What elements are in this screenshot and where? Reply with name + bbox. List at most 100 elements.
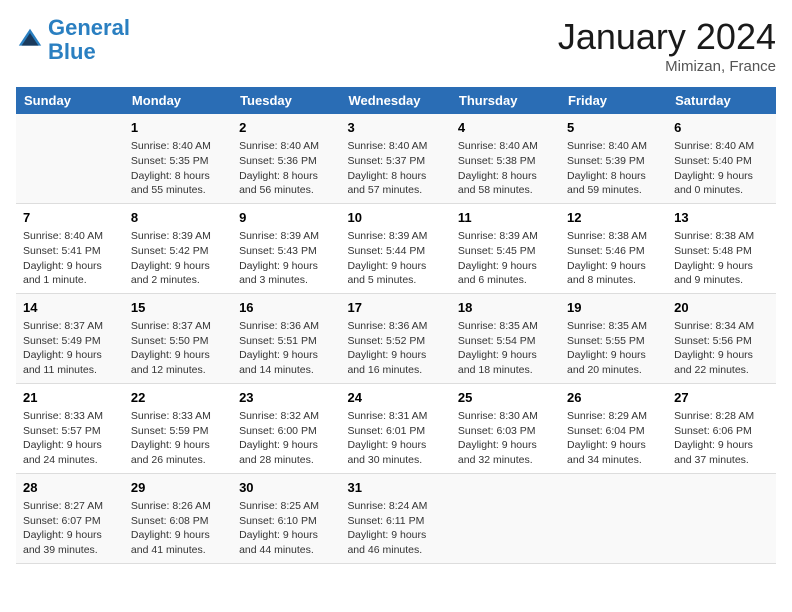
day-info: Sunrise: 8:40 AM Sunset: 5:37 PM Dayligh… [347,139,443,198]
day-info: Sunrise: 8:30 AM Sunset: 6:03 PM Dayligh… [458,409,553,468]
day-info: Sunrise: 8:24 AM Sunset: 6:11 PM Dayligh… [347,499,443,558]
day-number: 15 [131,299,225,317]
day-info: Sunrise: 8:29 AM Sunset: 6:04 PM Dayligh… [567,409,660,468]
logo-general-text: General [48,15,130,40]
day-info: Sunrise: 8:31 AM Sunset: 6:01 PM Dayligh… [347,409,443,468]
day-info: Sunrise: 8:36 AM Sunset: 5:51 PM Dayligh… [239,319,333,378]
day-cell: 31 Sunrise: 8:24 AM Sunset: 6:11 PM Dayli… [340,473,450,563]
title-block: January 2024 Mimizan, France [558,16,776,75]
day-cell: 10Sunrise: 8:39 AM Sunset: 5:44 PM Dayli… [340,203,450,293]
day-cell: 16 Sunrise: 8:36 AM Sunset: 5:51 PM Dayli… [232,293,340,383]
day-cell [451,473,560,563]
day-cell: 14 Sunrise: 8:37 AM Sunset: 5:49 PM Dayli… [16,293,124,383]
day-info: Sunrise: 8:36 AM Sunset: 5:52 PM Dayligh… [347,319,443,378]
day-info: Sunrise: 8:40 AM Sunset: 5:36 PM Dayligh… [239,139,333,198]
day-cell: 19 Sunrise: 8:35 AM Sunset: 5:55 PM Dayli… [560,293,667,383]
location: Mimizan, France [558,58,776,75]
day-info: Sunrise: 8:39 AM Sunset: 5:45 PM Dayligh… [458,229,553,288]
day-number: 21 [23,389,117,407]
day-number: 16 [239,299,333,317]
day-cell: 24Sunrise: 8:31 AM Sunset: 6:01 PM Dayli… [340,383,450,473]
day-info: Sunrise: 8:40 AM Sunset: 5:40 PM Dayligh… [674,139,769,198]
col-header-sunday: Sunday [16,87,124,114]
day-cell: 20 Sunrise: 8:34 AM Sunset: 5:56 PM Dayli… [667,293,776,383]
col-header-tuesday: Tuesday [232,87,340,114]
day-number: 11 [458,209,553,227]
day-number: 22 [131,389,225,407]
col-header-monday: Monday [124,87,232,114]
day-cell: 28 Sunrise: 8:27 AM Sunset: 6:07 PM Dayli… [16,473,124,563]
day-cell: 18 Sunrise: 8:35 AM Sunset: 5:54 PM Dayli… [451,293,560,383]
day-number: 17 [347,299,443,317]
logo: General Blue [16,16,130,64]
day-number: 31 [347,479,443,497]
day-cell: 23 Sunrise: 8:32 AM Sunset: 6:00 PM Dayli… [232,383,340,473]
day-info: Sunrise: 8:34 AM Sunset: 5:56 PM Dayligh… [674,319,769,378]
day-info: Sunrise: 8:33 AM Sunset: 5:57 PM Dayligh… [23,409,117,468]
day-cell: 13 Sunrise: 8:38 AM Sunset: 5:48 PM Dayli… [667,203,776,293]
day-number: 12 [567,209,660,227]
header-row: SundayMondayTuesdayWednesdayThursdayFrid… [16,87,776,114]
day-number: 28 [23,479,117,497]
day-number: 13 [674,209,769,227]
day-cell: 26Sunrise: 8:29 AM Sunset: 6:04 PM Dayli… [560,383,667,473]
day-cell [16,114,124,203]
day-number: 18 [458,299,553,317]
week-row-1: 1Sunrise: 8:40 AM Sunset: 5:35 PM Daylig… [16,114,776,203]
col-header-wednesday: Wednesday [340,87,450,114]
day-cell: 17 Sunrise: 8:36 AM Sunset: 5:52 PM Dayli… [340,293,450,383]
day-info: Sunrise: 8:33 AM Sunset: 5:59 PM Dayligh… [131,409,225,468]
day-info: Sunrise: 8:35 AM Sunset: 5:54 PM Dayligh… [458,319,553,378]
day-number: 29 [131,479,225,497]
day-number: 19 [567,299,660,317]
day-cell: 22 Sunrise: 8:33 AM Sunset: 5:59 PM Dayli… [124,383,232,473]
day-number: 25 [458,389,553,407]
logo-text: General Blue [48,16,130,64]
day-info: Sunrise: 8:38 AM Sunset: 5:48 PM Dayligh… [674,229,769,288]
day-number: 9 [239,209,333,227]
day-cell: 8 Sunrise: 8:39 AM Sunset: 5:42 PM Daylig… [124,203,232,293]
day-cell: 30 Sunrise: 8:25 AM Sunset: 6:10 PM Dayli… [232,473,340,563]
day-info: Sunrise: 8:37 AM Sunset: 5:49 PM Dayligh… [23,319,117,378]
day-number: 20 [674,299,769,317]
day-info: Sunrise: 8:37 AM Sunset: 5:50 PM Dayligh… [131,319,225,378]
day-number: 6 [674,119,769,137]
day-cell: 15 Sunrise: 8:37 AM Sunset: 5:50 PM Dayli… [124,293,232,383]
col-header-saturday: Saturday [667,87,776,114]
day-cell: 3Sunrise: 8:40 AM Sunset: 5:37 PM Daylig… [340,114,450,203]
day-cell [560,473,667,563]
day-info: Sunrise: 8:25 AM Sunset: 6:10 PM Dayligh… [239,499,333,558]
page-header: General Blue January 2024 Mimizan, Franc… [16,16,776,75]
day-cell: 29Sunrise: 8:26 AM Sunset: 6:08 PM Dayli… [124,473,232,563]
day-number: 14 [23,299,117,317]
month-title: January 2024 [558,16,776,58]
day-cell: 1Sunrise: 8:40 AM Sunset: 5:35 PM Daylig… [124,114,232,203]
day-number: 23 [239,389,333,407]
day-cell [667,473,776,563]
week-row-2: 7Sunrise: 8:40 AM Sunset: 5:41 PM Daylig… [16,203,776,293]
day-number: 8 [131,209,225,227]
day-cell: 5Sunrise: 8:40 AM Sunset: 5:39 PM Daylig… [560,114,667,203]
day-info: Sunrise: 8:32 AM Sunset: 6:00 PM Dayligh… [239,409,333,468]
day-info: Sunrise: 8:28 AM Sunset: 6:06 PM Dayligh… [674,409,769,468]
day-cell: 27 Sunrise: 8:28 AM Sunset: 6:06 PM Dayli… [667,383,776,473]
day-cell: 9 Sunrise: 8:39 AM Sunset: 5:43 PM Daylig… [232,203,340,293]
day-cell: 12Sunrise: 8:38 AM Sunset: 5:46 PM Dayli… [560,203,667,293]
week-row-3: 14 Sunrise: 8:37 AM Sunset: 5:49 PM Dayli… [16,293,776,383]
day-info: Sunrise: 8:39 AM Sunset: 5:42 PM Dayligh… [131,229,225,288]
day-number: 7 [23,209,117,227]
week-row-5: 28 Sunrise: 8:27 AM Sunset: 6:07 PM Dayli… [16,473,776,563]
day-info: Sunrise: 8:40 AM Sunset: 5:39 PM Dayligh… [567,139,660,198]
col-header-friday: Friday [560,87,667,114]
day-cell: 6 Sunrise: 8:40 AM Sunset: 5:40 PM Daylig… [667,114,776,203]
day-number: 30 [239,479,333,497]
day-info: Sunrise: 8:40 AM Sunset: 5:35 PM Dayligh… [131,139,225,198]
day-number: 4 [458,119,553,137]
day-cell: 2Sunrise: 8:40 AM Sunset: 5:36 PM Daylig… [232,114,340,203]
day-info: Sunrise: 8:27 AM Sunset: 6:07 PM Dayligh… [23,499,117,558]
day-info: Sunrise: 8:35 AM Sunset: 5:55 PM Dayligh… [567,319,660,378]
day-number: 27 [674,389,769,407]
week-row-4: 21 Sunrise: 8:33 AM Sunset: 5:57 PM Dayli… [16,383,776,473]
day-info: Sunrise: 8:39 AM Sunset: 5:43 PM Dayligh… [239,229,333,288]
day-info: Sunrise: 8:40 AM Sunset: 5:38 PM Dayligh… [458,139,553,198]
